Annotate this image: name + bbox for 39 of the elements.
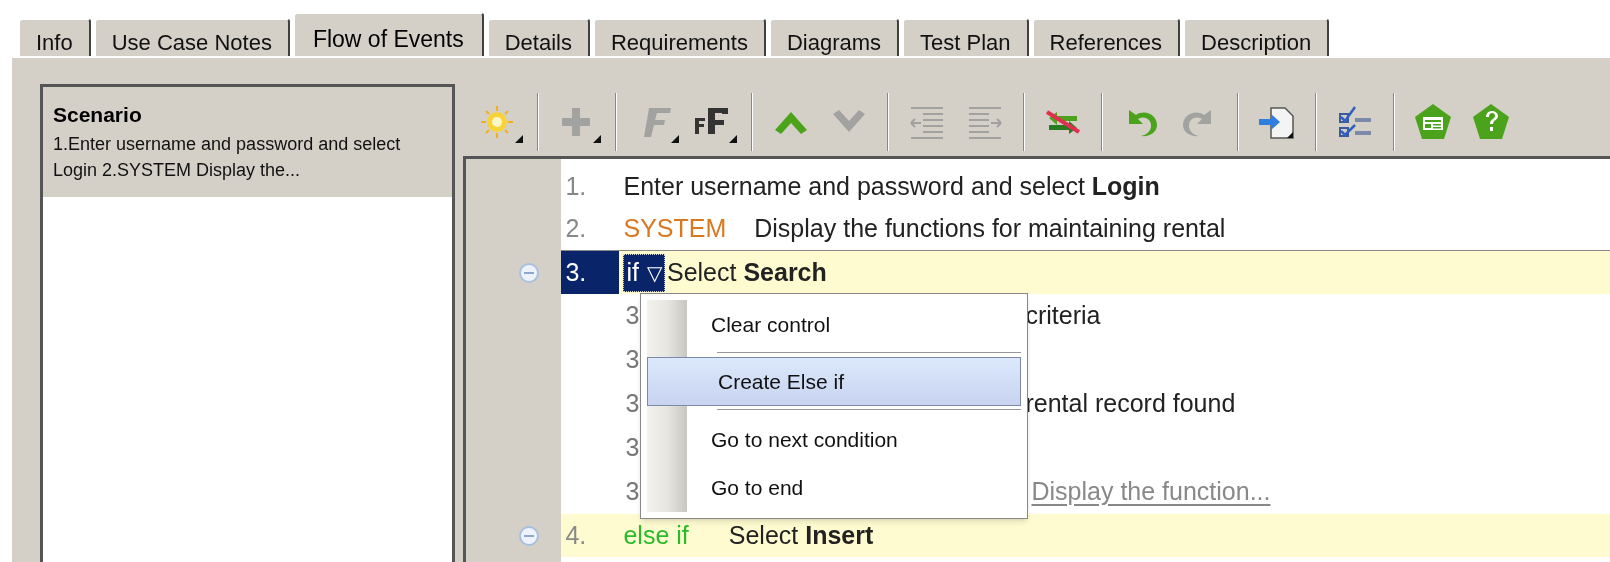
collapse-icon[interactable] — [519, 525, 540, 546]
step-text: Select Insert — [728, 519, 874, 551]
step-number: 3 — [625, 300, 641, 332]
step-text: Select Search — [666, 256, 827, 288]
tab[interactable]: Details — [486, 18, 590, 56]
tab[interactable]: Description — [1183, 18, 1330, 56]
form-icon — [1413, 102, 1454, 142]
step-text: Enter username and password and select Login — [623, 170, 1160, 202]
step-number: 3 — [625, 476, 641, 508]
tab[interactable]: Use Case Notes — [93, 18, 290, 56]
tab[interactable]: Diagrams — [768, 18, 900, 56]
scenario-summary: 1.Enter username and password and select Login 2.SYSTEM Display the... — [53, 132, 402, 182]
step-number: 3 — [625, 432, 641, 464]
step-text: criteria — [1025, 300, 1101, 332]
keyword-dropdown[interactable]: if ▽ — [623, 253, 665, 292]
step-number: 3 — [625, 388, 641, 420]
scenario-title: Scenario — [53, 102, 143, 128]
tab[interactable]: Flow of Events — [292, 12, 484, 58]
collapse-icon[interactable] — [519, 262, 540, 283]
actor-label: SYSTEM — [623, 213, 727, 245]
tab[interactable]: Test Plan — [902, 18, 1029, 56]
tab[interactable]: Info — [18, 18, 91, 56]
menu-item[interactable]: Go to end — [641, 463, 1021, 512]
step-link[interactable]: Display the function... — [1031, 473, 1271, 511]
step-number: 4. — [564, 519, 588, 551]
tab[interactable]: Requirements — [593, 18, 766, 56]
scenario-item[interactable]: Scenario 1.Enter username and password and select Login 2.SYSTEM Display the... — [43, 87, 453, 197]
menu-item[interactable]: Clear control — [641, 300, 1021, 349]
step-text: rental record found — [1025, 388, 1236, 420]
help-icon — [1471, 102, 1512, 142]
tab[interactable]: References — [1031, 18, 1181, 56]
step-number: 3. — [561, 251, 620, 294]
step-text: Display the functions for maintaining rental — [754, 213, 1226, 245]
step-number: 1. — [564, 170, 588, 202]
keyword-label: else if — [623, 519, 689, 551]
step-number: 3 — [625, 344, 641, 376]
step-number: 2. — [564, 213, 588, 245]
menu-item[interactable]: Go to next condition — [641, 415, 1021, 464]
menu-item[interactable]: Create Else if — [647, 357, 1021, 407]
